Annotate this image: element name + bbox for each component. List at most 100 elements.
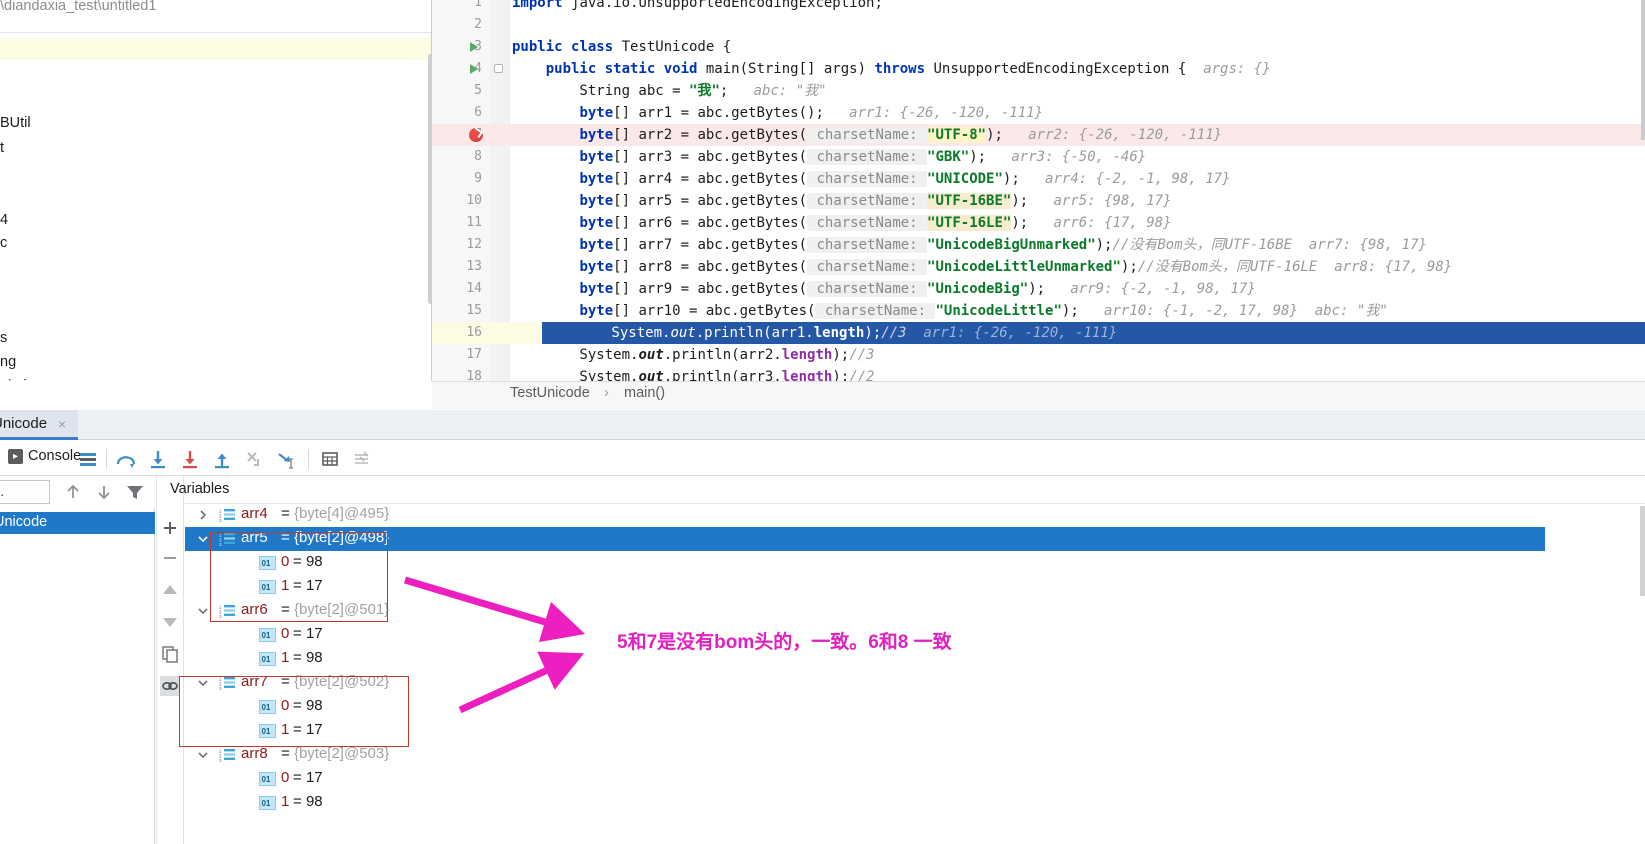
code-editor[interactable]: 1 import java.io.UnsupportedEncodingExcep… <box>432 0 1645 381</box>
variable-row[interactable]: 1 2 3 arr7 = {byte[2]@502} <box>185 671 1545 695</box>
code-line[interactable]: 2 <box>432 14 1645 36</box>
layout-icon[interactable] <box>76 447 100 471</box>
step-out-icon[interactable] <box>210 447 234 471</box>
filter-icon[interactable] <box>124 481 146 508</box>
project-item[interactable]: BUtil <box>0 115 31 131</box>
frame-row-selected[interactable]: Unicode <box>0 512 155 534</box>
step-into-icon[interactable] <box>146 447 170 471</box>
variable-value: 17 <box>305 577 323 594</box>
variables-scrollbar[interactable] <box>1640 506 1645 596</box>
breadcrumb-method[interactable]: main() <box>624 385 665 401</box>
variable-value: 98 <box>305 697 323 714</box>
code-token: charsetName: <box>807 193 928 209</box>
add-watch-icon[interactable] <box>160 518 180 538</box>
close-icon[interactable]: × <box>58 416 66 432</box>
variable-row[interactable]: 01 1 = 17 <box>185 719 1545 743</box>
project-tool-window[interactable]: \diandaxia_test\untitled1 BUtil t 4 c s ng ain… <box>0 0 432 381</box>
code-line[interactable]: 14 byte[] arr9 = abc.getBytes( charsetNa… <box>432 278 1645 300</box>
run-to-cursor-icon[interactable] <box>274 447 298 471</box>
project-item[interactable]: c <box>0 235 7 251</box>
frames-down-icon[interactable] <box>93 481 115 508</box>
code-token: ); <box>1011 193 1046 209</box>
code-token: byte <box>579 193 614 209</box>
code-line[interactable]: 6 byte[] arr1 = abc.getBytes(); arr1: {-… <box>432 102 1645 124</box>
code-line[interactable]: 16 System.out.println(arr1.length);//3 a… <box>432 322 1645 344</box>
frames-pane[interactable]: in... Unicode <box>0 476 155 844</box>
step-over-icon[interactable] <box>114 447 138 471</box>
svg-text:01: 01 <box>262 727 271 736</box>
copy-icon[interactable] <box>160 644 180 664</box>
code-token: byte <box>579 149 614 165</box>
code-line[interactable]: 4 public static void main(String[] args)… <box>432 58 1645 80</box>
breadcrumb[interactable]: TestUnicode › main() <box>432 381 1645 409</box>
run-gutter-icon[interactable] <box>470 64 478 74</box>
code-text: System.out.println(arr2.length);//3 <box>512 344 874 366</box>
variable-value: 98 <box>305 793 323 810</box>
variable-row[interactable]: 01 1 = 98 <box>185 791 1545 815</box>
code-token: ; <box>719 83 746 99</box>
debug-tab-unicode[interactable]: Unicode × <box>0 410 78 440</box>
thread-selector[interactable]: in... <box>0 480 50 504</box>
code-line[interactable]: 3 public class TestUnicode { <box>432 36 1645 58</box>
code-text: byte[] arr4 = abc.getBytes( charsetName:… <box>512 168 1231 190</box>
code-line[interactable]: 9 byte[] arr4 = abc.getBytes( charsetNam… <box>432 168 1645 190</box>
chevron-down-icon[interactable] <box>197 676 209 693</box>
project-item[interactable]: 4 <box>0 212 8 228</box>
code-text: System.out.println(arr3.length);//2 <box>512 366 874 381</box>
code-token: ); <box>832 369 850 381</box>
code-line[interactable]: 18 System.out.println(arr3.length);//2 <box>432 366 1645 381</box>
chevron-down-icon[interactable] <box>197 748 209 765</box>
code-fold-icon[interactable] <box>494 64 503 73</box>
chevron-right-icon[interactable] <box>197 508 209 525</box>
variable-row[interactable]: 1 2 3 arr6 = {byte[2]@501} <box>185 599 1545 623</box>
force-step-into-icon[interactable] <box>178 447 202 471</box>
variable-row[interactable]: 01 0 = 98 <box>185 695 1545 719</box>
link-icon[interactable] <box>160 676 180 696</box>
code-line[interactable]: 12 byte[] arr7 = abc.getBytes( charsetNa… <box>432 234 1645 256</box>
breadcrumb-class[interactable]: TestUnicode <box>510 385 590 401</box>
code-line[interactable]: 7 byte[] arr2 = abc.getBytes( charsetNam… <box>432 124 1645 146</box>
variables-pane[interactable]: Variables 1 2 3 arr4 = {byte[4]@495} 1 2 3 arr5… <box>156 476 1645 844</box>
variable-row[interactable]: 1 2 3 arr4 = {byte[4]@495} <box>185 503 1545 527</box>
variable-row[interactable]: 1 2 3 arr5 = {byte[2]@498} <box>185 527 1545 551</box>
code-text: byte[] arr7 = abc.getBytes( charsetName:… <box>512 234 1427 256</box>
code-token: .println(arr3. <box>663 369 782 381</box>
project-item[interactable]: ain.java <box>0 378 50 381</box>
console-button[interactable]: ▸ Console <box>8 448 81 464</box>
editor-scrollbar[interactable] <box>1641 0 1645 140</box>
svg-text:01: 01 <box>262 559 271 568</box>
code-line[interactable]: 10 byte[] arr5 = abc.getBytes( charsetNa… <box>432 190 1645 212</box>
variable-equals: = <box>293 697 306 714</box>
code-line[interactable]: 17 System.out.println(arr2.length);//3 <box>432 344 1645 366</box>
breakpoint-icon[interactable] <box>469 128 483 142</box>
chevron-down-icon[interactable] <box>197 604 209 621</box>
frames-up-icon[interactable] <box>62 481 84 508</box>
code-line[interactable]: 5 String abc = "我"; abc: "我" <box>432 80 1645 102</box>
evaluate-expression-icon[interactable] <box>318 447 342 471</box>
project-item[interactable]: ng <box>0 354 16 370</box>
move-down-icon[interactable] <box>160 612 180 632</box>
code-line[interactable]: 11 byte[] arr6 = abc.getBytes( charsetNa… <box>432 212 1645 234</box>
code-token: arr7: {98, 17} <box>1292 237 1427 253</box>
remove-watch-icon[interactable] <box>160 548 180 568</box>
code-text: import java.io.UnsupportedEncodingExcept… <box>512 0 883 14</box>
primitive-variable-icon: 01 <box>259 652 276 670</box>
code-line[interactable]: 13 byte[] arr8 = abc.getBytes( charsetNa… <box>432 256 1645 278</box>
svg-text:01: 01 <box>262 631 271 640</box>
project-item[interactable]: s <box>0 330 7 346</box>
variable-row[interactable]: 01 0 = 17 <box>185 767 1545 791</box>
variable-row[interactable]: 1 2 3 arr8 = {byte[2]@503} <box>185 743 1545 767</box>
variable-row[interactable]: 01 0 = 98 <box>185 551 1545 575</box>
run-gutter-icon[interactable] <box>470 42 478 52</box>
chevron-down-icon[interactable] <box>197 532 209 549</box>
code-line[interactable]: 15 byte[] arr10 = abc.getBytes( charsetN… <box>432 300 1645 322</box>
code-line[interactable]: 8 byte[] arr3 = abc.getBytes( charsetNam… <box>432 146 1645 168</box>
variable-value: 17 <box>305 721 323 738</box>
variable-equals: = <box>281 529 294 546</box>
variable-value: {byte[4]@495} <box>293 505 390 522</box>
move-up-icon[interactable] <box>160 580 180 600</box>
project-item[interactable]: t <box>0 140 4 156</box>
code-line[interactable]: 1 import java.io.UnsupportedEncodingExcep… <box>432 0 1645 14</box>
variable-row[interactable]: 01 1 = 17 <box>185 575 1545 599</box>
